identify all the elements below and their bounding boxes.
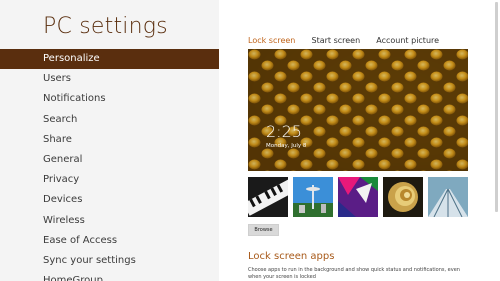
lock-screen-apps-title: Lock screen apps xyxy=(248,251,335,262)
nav-item-devices[interactable]: Devices xyxy=(0,190,219,210)
tab-bar: Lock screen Start screen Account picture xyxy=(248,28,450,47)
nav-item-general[interactable]: General xyxy=(0,150,219,170)
nav-item-notifications[interactable]: Notifications xyxy=(0,89,219,109)
scrollbar[interactable] xyxy=(495,2,498,212)
escalator-thumbnail[interactable] xyxy=(428,177,468,217)
lock-date: Monday, July 8 xyxy=(266,143,307,149)
background-thumbnails xyxy=(248,177,488,219)
browse-button[interactable]: Browse xyxy=(248,224,279,236)
nav-item-privacy[interactable]: Privacy xyxy=(0,170,219,190)
nav-list: Personalize Users Notifications Search S… xyxy=(0,49,219,281)
piano-keys-thumbnail[interactable] xyxy=(248,177,288,217)
content-pane: Lock screen Start screen Account picture xyxy=(219,0,500,281)
honeycomb-background-image xyxy=(248,49,468,171)
lock-time: 2:25 xyxy=(266,122,302,141)
abstract-colors-thumbnail[interactable] xyxy=(338,177,378,217)
nav-item-users[interactable]: Users xyxy=(0,69,219,89)
nav-item-personalize[interactable]: Personalize xyxy=(0,49,219,70)
nav-item-wireless[interactable]: Wireless xyxy=(0,211,219,231)
tab-account-picture[interactable]: Account picture xyxy=(376,36,439,45)
nav-item-ease-of-access[interactable]: Ease of Access xyxy=(0,231,219,251)
lock-screen-preview: 2:25 Monday, July 8 xyxy=(248,49,468,171)
nav-item-share[interactable]: Share xyxy=(0,130,219,150)
tab-lock-screen[interactable]: Lock screen xyxy=(248,36,295,45)
tab-start-screen[interactable]: Start screen xyxy=(311,36,360,45)
app-title: PC settings xyxy=(43,14,168,39)
pc-settings-window: PC settings Personalize Users Notificati… xyxy=(0,0,500,281)
lock-screen-apps-description: Choose apps to run in the background and… xyxy=(248,267,460,280)
nav-item-homegroup[interactable]: HomeGroup xyxy=(0,271,219,281)
space-needle-thumbnail[interactable] xyxy=(293,177,333,217)
nautilus-shell-thumbnail[interactable] xyxy=(383,177,423,217)
nav-item-search[interactable]: Search xyxy=(0,110,219,130)
nav-item-sync-settings[interactable]: Sync your settings xyxy=(0,251,219,271)
left-nav-pane: PC settings Personalize Users Notificati… xyxy=(0,0,219,281)
